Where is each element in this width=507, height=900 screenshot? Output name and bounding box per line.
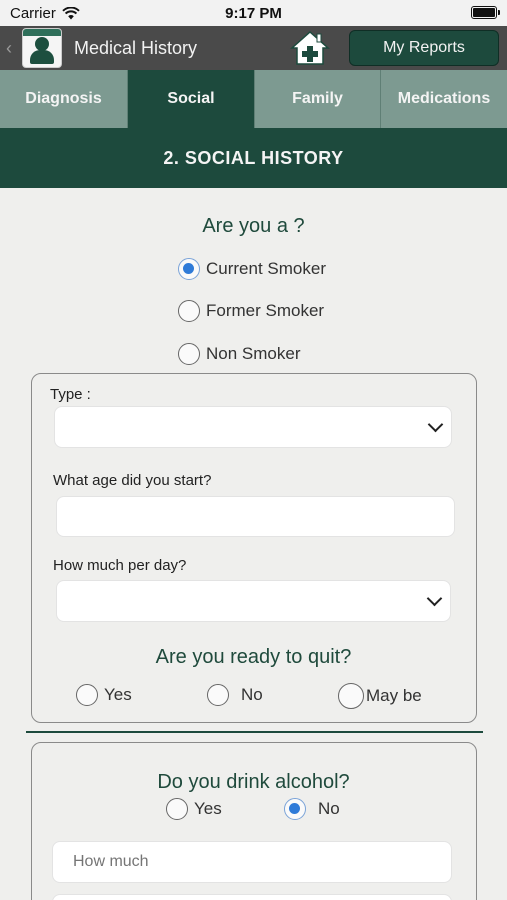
nav-title: Medical History	[74, 37, 198, 58]
alcohol-how-much-input[interactable]	[52, 841, 452, 883]
radio-button[interactable]	[166, 798, 188, 820]
radio-label: Yes	[104, 685, 132, 704]
tab-diagnosis[interactable]: Diagnosis	[0, 70, 128, 128]
my-reports-button[interactable]: My Reports	[349, 30, 499, 66]
radio-button-checked[interactable]	[178, 258, 200, 280]
per-day-label: How much per day?	[53, 557, 187, 574]
radio-non-smoker[interactable]: Non Smoker	[178, 343, 300, 365]
carrier-label: Carrier	[10, 4, 56, 22]
status-bar: Carrier 9:17 PM	[0, 0, 507, 26]
radio-quit-yes[interactable]: Yes	[76, 684, 132, 706]
radio-label: Non Smoker	[206, 344, 301, 363]
radio-quit-maybe[interactable]: May be	[338, 683, 422, 709]
app-logo	[22, 28, 62, 68]
carrier-group: Carrier	[10, 5, 80, 22]
radio-quit-no[interactable]: No	[207, 684, 263, 706]
quit-question: Are you ready to quit?	[155, 646, 352, 668]
alcohol-question: Do you drink alcohol?	[157, 771, 350, 793]
section-divider	[26, 731, 483, 733]
radio-current-smoker[interactable]: Current Smoker	[178, 258, 326, 280]
tab-bar: Diagnosis Social Family Medications	[0, 70, 507, 128]
age-started-label: What age did you start?	[53, 472, 212, 489]
nav-bar: ‹ Medical History My Reports	[0, 26, 507, 70]
radio-alcohol-no[interactable]: No	[284, 798, 340, 820]
age-started-input[interactable]	[56, 496, 455, 537]
chevron-down-icon	[428, 593, 440, 605]
tab-medications[interactable]: Medications	[381, 70, 507, 128]
chevron-down-icon	[429, 419, 441, 431]
per-day-select[interactable]	[56, 580, 451, 622]
wifi-icon	[62, 6, 80, 19]
type-label: Type :	[50, 386, 91, 403]
radio-button[interactable]	[178, 343, 200, 365]
radio-label: Former Smoker	[206, 301, 325, 320]
radio-button-checked[interactable]	[284, 798, 306, 820]
radio-button[interactable]	[338, 683, 364, 709]
alcohol-next-field[interactable]	[52, 894, 452, 900]
back-chevron-icon[interactable]: ‹	[6, 38, 18, 59]
section-title: 2. SOCIAL HISTORY	[0, 128, 507, 188]
radio-button[interactable]	[76, 684, 98, 706]
radio-label: Current Smoker	[206, 259, 326, 278]
radio-former-smoker[interactable]: Former Smoker	[178, 300, 324, 322]
radio-button[interactable]	[178, 300, 200, 322]
radio-label: May be	[366, 686, 422, 705]
tab-social[interactable]: Social	[128, 70, 255, 128]
type-select[interactable]	[54, 406, 452, 448]
tab-family[interactable]: Family	[255, 70, 381, 128]
radio-label: No	[241, 685, 263, 704]
radio-alcohol-yes[interactable]: Yes	[166, 798, 222, 820]
radio-label: Yes	[194, 799, 222, 818]
radio-label: No	[318, 799, 340, 818]
home-medical-icon[interactable]	[290, 29, 330, 67]
radio-button[interactable]	[207, 684, 229, 706]
battery-icon	[471, 6, 500, 19]
smoker-question: Are you a ?	[202, 215, 305, 237]
